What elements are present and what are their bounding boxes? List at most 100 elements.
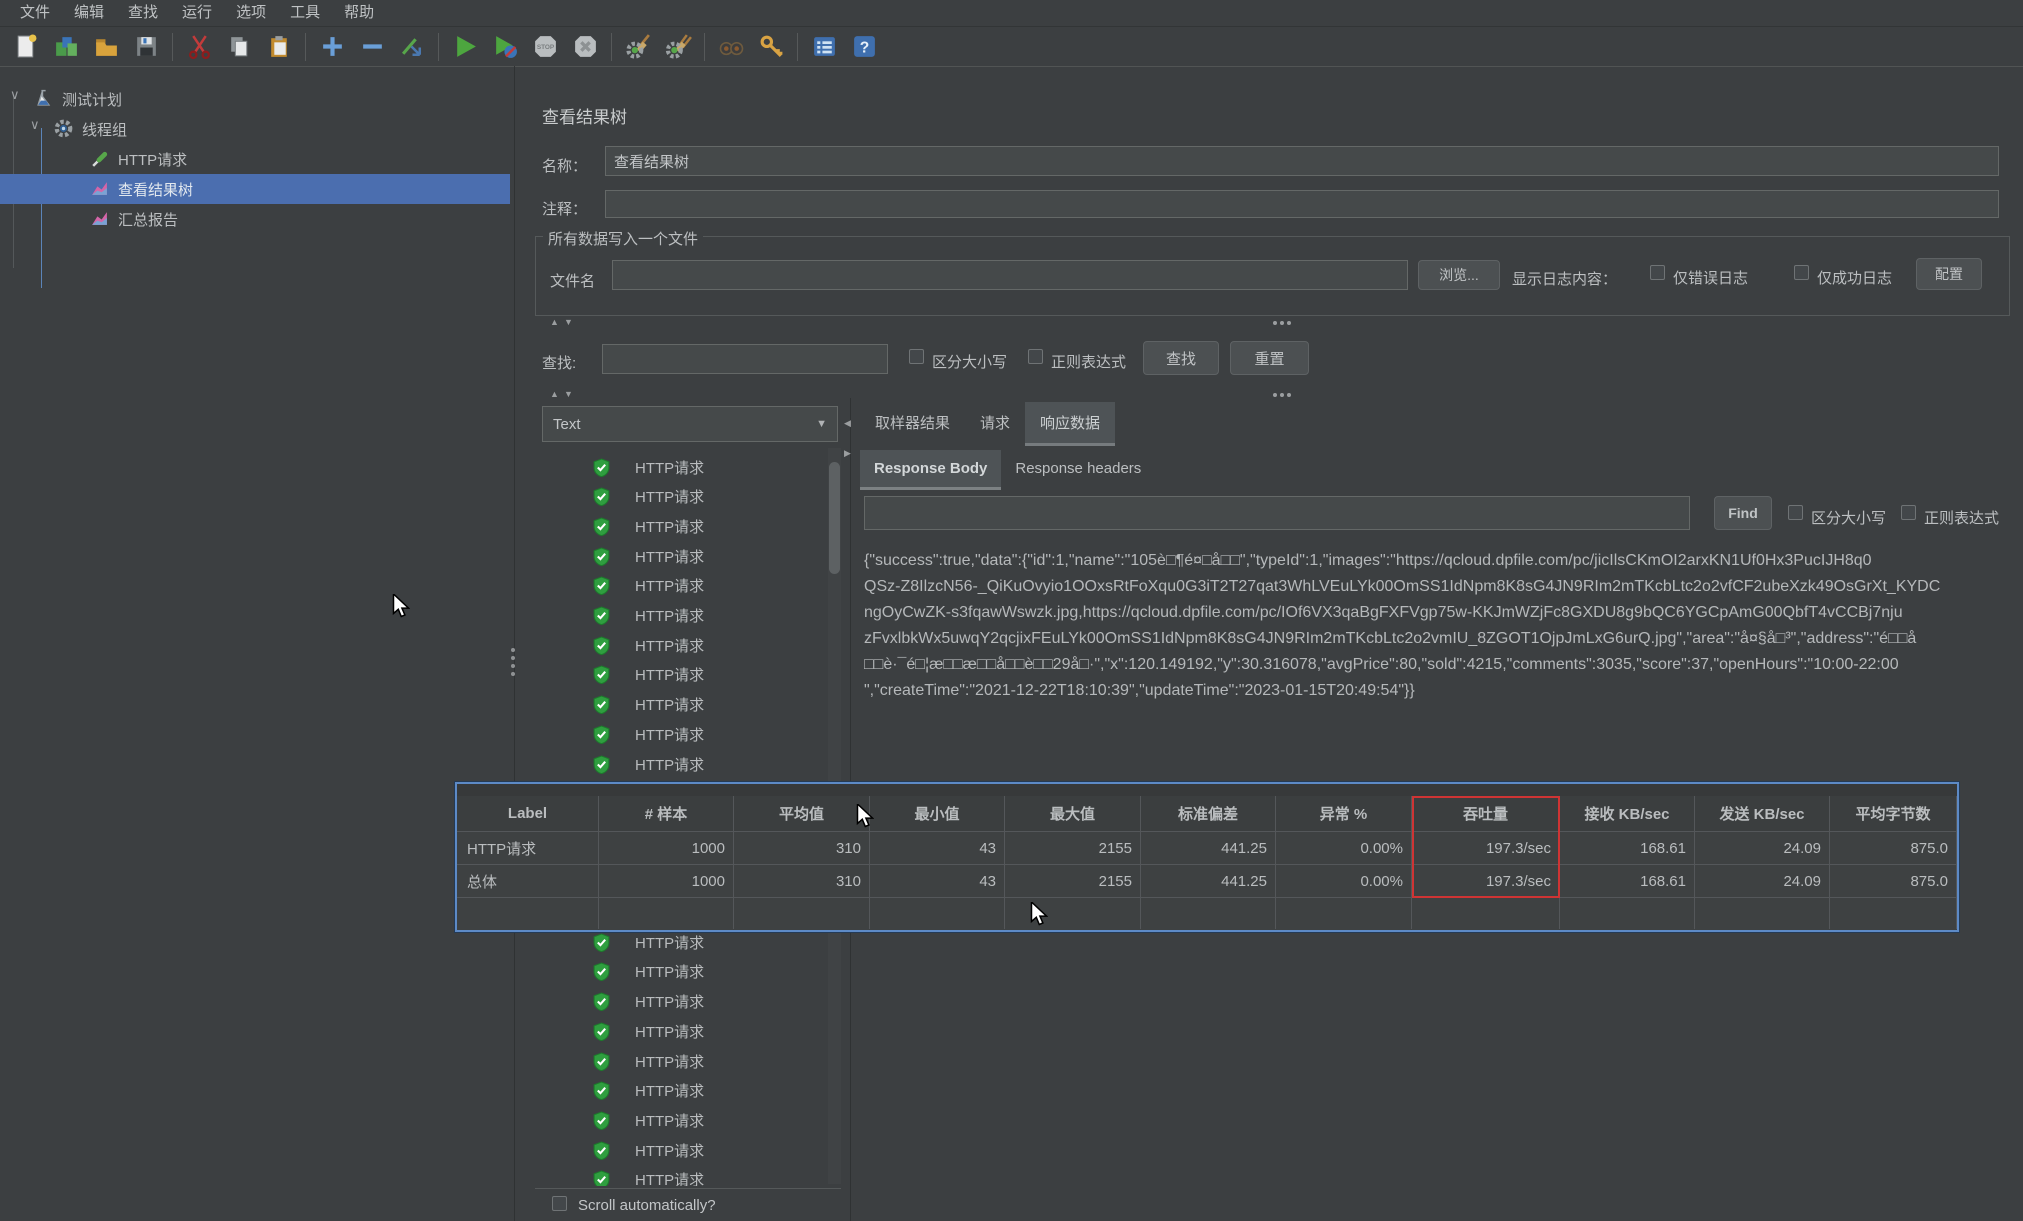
sample-list-item[interactable]: HTTP请求 — [536, 1165, 836, 1186]
sample-list-item[interactable]: HTTP请求 — [536, 452, 836, 482]
tab-sampler-result[interactable]: 取样器结果 — [860, 402, 965, 446]
search-reset-button[interactable]: 重置 — [1230, 341, 1309, 375]
success-only-checkbox[interactable] — [1794, 265, 1809, 280]
summary-table-empty-row[interactable] — [457, 898, 1957, 929]
clear-all-icon[interactable] — [663, 32, 693, 62]
save-icon[interactable] — [131, 32, 161, 62]
sample-list-item[interactable]: HTTP请求 — [536, 511, 836, 541]
summary-table-row[interactable]: 总体 1000 310 43 2155 441.25 0.00% 197.3/sec 168.6… — [457, 865, 1957, 898]
sample-list-item[interactable]: HTTP请求 — [536, 719, 836, 749]
tree-item-4[interactable]: 汇总报告 — [0, 204, 510, 234]
summary-col-header[interactable]: 发送 KB/sec — [1695, 796, 1830, 832]
splitter-handle[interactable]: ▲ ▼ — [535, 389, 2010, 402]
collapse-right-icon[interactable]: ▶ — [844, 448, 851, 459]
tab-response-data[interactable]: 响应数据 — [1025, 402, 1116, 446]
renderer-dropdown[interactable]: Text ▼ — [542, 406, 838, 442]
config-button[interactable]: 配置 — [1916, 258, 1982, 290]
splitter-handle[interactable]: ▲ ▼ — [535, 317, 2010, 330]
sample-list-item[interactable]: HTTP请求 — [536, 957, 836, 987]
start-icon[interactable] — [450, 32, 480, 62]
sample-list-item[interactable]: HTTP请求 — [536, 1076, 836, 1106]
main-split-grip[interactable] — [509, 648, 517, 682]
summary-col-header[interactable]: 平均字节数 — [1830, 796, 1957, 832]
response-case-checkbox[interactable] — [1788, 505, 1803, 520]
search-icon[interactable] — [716, 32, 746, 62]
stop-icon[interactable]: STOP — [530, 32, 560, 62]
cut-icon[interactable] — [184, 32, 214, 62]
tree-item-3[interactable]: 查看结果树 — [0, 174, 510, 204]
sample-list-item[interactable]: HTTP请求 — [536, 1105, 836, 1135]
chevron-down-icon[interactable]: ∨ — [10, 87, 20, 103]
chevron-down-icon[interactable]: ∨ — [30, 117, 40, 133]
open-template-icon[interactable] — [51, 32, 81, 62]
tab-request[interactable]: 请求 — [965, 402, 1025, 446]
collapse-left-icon[interactable]: ◀ — [844, 418, 851, 429]
response-find-input[interactable] — [864, 496, 1690, 530]
tree-item-0[interactable]: ∨ 测试计划 — [0, 84, 510, 114]
summary-col-header[interactable]: # 样本 — [599, 796, 734, 832]
menu-item-1[interactable]: 编辑 — [62, 0, 116, 26]
name-input[interactable] — [605, 146, 1999, 176]
sample-list-item[interactable]: HTTP请求 — [536, 660, 836, 690]
tab-response-body[interactable]: Response Body — [860, 450, 1002, 490]
menu-item-6[interactable]: 帮助 — [332, 0, 386, 26]
help-icon[interactable]: ? — [849, 32, 879, 62]
collapse-up-icon[interactable]: ▲ — [550, 389, 559, 399]
sample-list-item[interactable]: HTTP请求 — [536, 601, 836, 631]
menu-item-2[interactable]: 查找 — [116, 0, 170, 26]
copy-icon[interactable] — [224, 32, 254, 62]
summary-col-header[interactable]: 接收 KB/sec — [1560, 796, 1695, 832]
menu-item-0[interactable]: 文件 — [8, 0, 62, 26]
new-file-icon[interactable] — [11, 32, 41, 62]
sample-list-item[interactable]: HTTP请求 — [536, 482, 836, 512]
sample-list-item[interactable]: HTTP请求 — [536, 630, 836, 660]
summary-col-header[interactable]: 最小值 — [870, 796, 1005, 832]
menu-item-4[interactable]: 选项 — [224, 0, 278, 26]
summary-col-header[interactable]: 异常 % — [1276, 796, 1412, 832]
response-find-button[interactable]: Find — [1714, 496, 1772, 530]
collapse-down-icon[interactable]: ▼ — [564, 389, 573, 399]
summary-col-header[interactable]: 标准偏差 — [1141, 796, 1276, 832]
remove-icon[interactable] — [357, 32, 387, 62]
summary-table-row[interactable]: HTTP请求 1000 310 43 2155 441.25 0.00% 197.3/sec 1… — [457, 832, 1957, 865]
sample-list-item[interactable]: HTTP请求 — [536, 1135, 836, 1165]
sample-list-item[interactable]: HTTP请求 — [536, 690, 836, 720]
errors-only-checkbox[interactable] — [1650, 265, 1665, 280]
tab-response-headers[interactable]: Response headers — [1001, 450, 1155, 490]
tree-item-2[interactable]: HTTP请求 — [0, 144, 510, 174]
collapse-up-icon[interactable]: ▲ — [550, 317, 559, 327]
splitter-grip-icon[interactable] — [1272, 393, 1295, 397]
start-no-timers-icon[interactable] — [490, 32, 520, 62]
response-regex-checkbox[interactable] — [1901, 505, 1916, 520]
sample-list-item[interactable]: HTTP请求 — [536, 1046, 836, 1076]
scrollbar-thumb[interactable] — [829, 462, 840, 574]
paste-icon[interactable] — [264, 32, 294, 62]
sample-list-item[interactable]: HTTP请求 — [536, 1016, 836, 1046]
menu-item-5[interactable]: 工具 — [278, 0, 332, 26]
search-find-button[interactable]: 查找 — [1143, 341, 1219, 375]
add-icon[interactable] — [317, 32, 347, 62]
sample-list-item[interactable]: HTTP请求 — [536, 987, 836, 1017]
summary-col-header[interactable]: Label — [457, 796, 599, 832]
sample-list-item[interactable]: HTTP请求 — [536, 541, 836, 571]
search-regex-checkbox[interactable] — [1028, 349, 1043, 364]
summary-col-header[interactable]: 吞吐量 — [1412, 796, 1560, 832]
clear-icon[interactable] — [623, 32, 653, 62]
splitter-grip-icon[interactable] — [1272, 321, 1295, 325]
function-helper-icon[interactable] — [809, 32, 839, 62]
main-split-divider[interactable] — [514, 66, 515, 1221]
search-reset-icon[interactable] — [756, 32, 786, 62]
tree-item-1[interactable]: ∨ 线程组 — [0, 114, 510, 144]
menu-item-3[interactable]: 运行 — [170, 0, 224, 26]
summary-col-header[interactable]: 平均值 — [734, 796, 870, 832]
scroll-automatically-checkbox[interactable] — [552, 1196, 567, 1211]
browse-button[interactable]: 浏览... — [1418, 260, 1500, 290]
collapse-down-icon[interactable]: ▼ — [564, 317, 573, 327]
sample-list-item[interactable]: HTTP请求 — [536, 571, 836, 601]
shutdown-icon[interactable] — [570, 32, 600, 62]
search-case-checkbox[interactable] — [909, 349, 924, 364]
toggle-icon[interactable] — [397, 32, 427, 62]
summary-col-header[interactable]: 最大值 — [1005, 796, 1141, 832]
open-file-icon[interactable] — [91, 32, 121, 62]
response-body-text[interactable]: {"success":true,"data":{"id":1,"name":"1… — [864, 548, 2014, 733]
